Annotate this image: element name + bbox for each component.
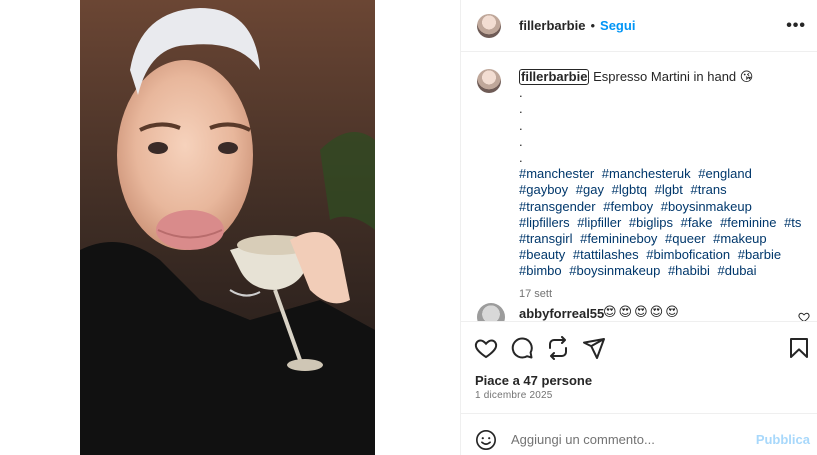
commenter-avatar[interactable]: [477, 303, 505, 321]
share-icon[interactable]: [546, 336, 570, 360]
hashtag-link[interactable]: #transgender: [519, 199, 596, 214]
hashtag-link[interactable]: #biglips: [629, 215, 673, 230]
caption-hashtags: #manchester #manchesteruk #england #gayb…: [519, 166, 809, 279]
hashtag-link[interactable]: #bimbo: [519, 263, 562, 278]
comment-like-icon[interactable]: [798, 311, 810, 321]
caption-dot: .: [519, 133, 523, 149]
hashtag-link[interactable]: #boysinmakeup: [661, 199, 752, 214]
header-separator: •: [590, 18, 596, 33]
hashtag-link[interactable]: #england: [698, 166, 752, 181]
hashtag-link[interactable]: #barbie: [738, 247, 781, 262]
caption-avatar[interactable]: [477, 69, 501, 93]
likes-count[interactable]: Piace a 47 persone: [475, 373, 592, 388]
publish-button[interactable]: Pubblica: [756, 432, 810, 447]
selfie-illustration: [80, 0, 375, 455]
send-icon[interactable]: [582, 336, 606, 360]
hashtag-link[interactable]: #lipfiller: [577, 215, 621, 230]
comments-scroll-area[interactable]: fillerbarbie Espresso Martini in hand 😘 …: [461, 53, 817, 321]
hashtag-link[interactable]: #dubai: [718, 263, 757, 278]
hashtag-link[interactable]: #boysinmakeup: [569, 263, 660, 278]
post-photo[interactable]: [80, 0, 375, 455]
hashtag-link[interactable]: #lgbtq: [612, 182, 647, 197]
hashtag-link[interactable]: #transgirl: [519, 231, 572, 246]
hashtag-link[interactable]: #lipfillers: [519, 215, 570, 230]
caption-dot: .: [519, 117, 523, 133]
bookmark-icon[interactable]: [787, 336, 811, 360]
more-options-icon[interactable]: •••: [786, 18, 806, 34]
action-bar: [461, 321, 817, 371]
hashtag-link[interactable]: #femboy: [603, 199, 653, 214]
caption-username[interactable]: fillerbarbie: [519, 69, 590, 85]
emoji-icon[interactable]: [475, 429, 497, 451]
caption-dot: .: [519, 149, 523, 165]
comment-icon[interactable]: [510, 336, 534, 360]
hashtag-link[interactable]: #feminine: [720, 215, 776, 230]
comment-input[interactable]: Aggiungi un commento...: [511, 432, 655, 447]
hashtag-link[interactable]: #queer: [665, 231, 705, 246]
hashtag-link[interactable]: #feminineboy: [580, 231, 657, 246]
author-username[interactable]: fillerbarbie: [519, 18, 585, 33]
post-header: fillerbarbie • Segui •••: [461, 0, 817, 52]
caption-dot: .: [519, 85, 523, 101]
commenter-username[interactable]: abbyforreal55: [519, 306, 604, 321]
author-avatar[interactable]: [477, 13, 501, 38]
hashtag-link[interactable]: #manchester: [519, 166, 594, 181]
heart-icon[interactable]: [474, 336, 498, 360]
comment-row: abbyforreal55 😍😍😍😍😍: [461, 303, 817, 321]
caption-dot: .: [519, 101, 523, 117]
hashtag-link[interactable]: #manchesteruk: [602, 166, 691, 181]
hashtag-link[interactable]: #tattilashes: [573, 247, 639, 262]
hashtag-link[interactable]: #lgbt: [655, 182, 683, 197]
hashtag-link[interactable]: #ts: [784, 215, 801, 230]
post-date[interactable]: 1 dicembre 2025: [475, 390, 553, 401]
caption-time[interactable]: 17 sett: [519, 286, 809, 302]
hashtag-link[interactable]: #gayboy: [519, 182, 568, 197]
hashtag-link[interactable]: #makeup: [713, 231, 766, 246]
caption-dots: . . . . .: [519, 85, 809, 166]
post-side-panel: fillerbarbie • Segui ••• fillerbarbie Es…: [460, 0, 817, 455]
hashtag-link[interactable]: #bimbofication: [646, 247, 730, 262]
follow-button[interactable]: Segui: [600, 18, 635, 33]
hashtag-link[interactable]: #fake: [681, 215, 713, 230]
hashtag-link[interactable]: #trans: [690, 182, 726, 197]
hashtag-link[interactable]: #gay: [576, 182, 604, 197]
comment-text: 😍😍😍😍😍: [603, 304, 681, 319]
caption-text: Espresso Martini in hand 😘: [593, 69, 754, 84]
hashtag-link[interactable]: #habibi: [668, 263, 710, 278]
add-comment-bar: Aggiungi un commento... Pubblica: [461, 413, 817, 455]
hashtag-link[interactable]: #beauty: [519, 247, 565, 262]
caption-body: fillerbarbie Espresso Martini in hand 😘 …: [519, 69, 809, 302]
